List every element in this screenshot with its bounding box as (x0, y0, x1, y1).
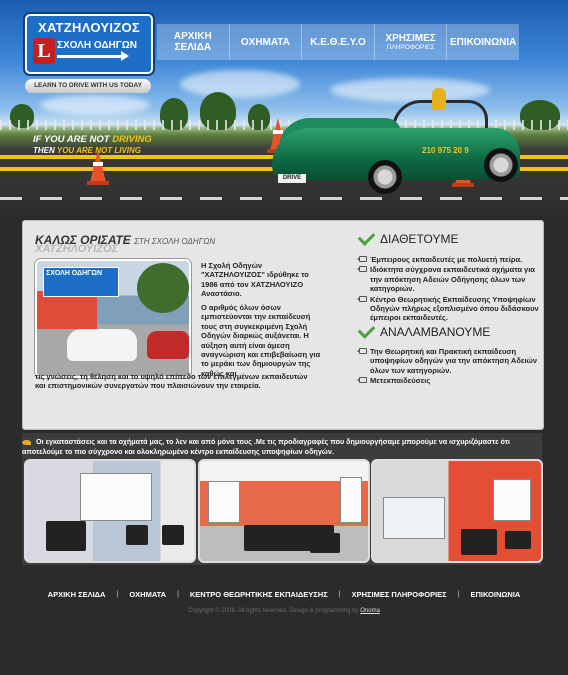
logo-name: ΧΑΤΖΗΛΟΥΙΖΟΣ (37, 20, 141, 35)
nav-item-contact[interactable]: ΕΠΙΚΟΙΝΩΝΙΑ (447, 24, 519, 60)
chair (461, 529, 497, 555)
school-office-photo: ΣΧΟΛΗ ΟΔΗΓΩΝ (35, 259, 191, 378)
services-heading: ΑΝΑΛΑΜΒΑΝΟΥΜΕ (357, 321, 491, 339)
classroom-photo (24, 459, 196, 563)
whiteboard (80, 473, 152, 521)
list-item-text: Κέντρο Θεωρητικής Εκπαίδευσης Υποψηφίων … (370, 294, 539, 323)
nav-label: ΑΡΧΙΚΗ (173, 31, 212, 42)
slogan-badge: LEARN TO DRIVE WITH US TODAY (25, 79, 151, 93)
poster (208, 481, 240, 523)
logo[interactable]: ΧΑΤΖΗΛΟΥΙΖΟΣ L ΣΧΟΛΗ ΟΔΗΓΩΝ (25, 14, 153, 74)
welcome-title: ΚΑΛΩΣ ΟΡΙΣΑΤΕ ΣΤΗ ΣΧΟΛΗ ΟΔΗΓΩΝ (35, 233, 215, 247)
bullet-icon (357, 295, 367, 302)
list-item: Ιδιόκτητα σύγχρονα εκπαιδευτικά οχήματα … (357, 265, 539, 294)
offers-title: ΔΙΑΘΕΤΟΥΜΕ (380, 232, 459, 246)
car-illustration: DRIVE 210 975 20 9 (272, 88, 522, 198)
welcome-title-main: ΚΑΛΩΣ ΟΡΙΣΑΤΕ (35, 233, 131, 247)
services-list: Την Θεωρητική και Πρακτική εκπαίδευση υπ… (357, 347, 539, 387)
bullet-icon (357, 256, 367, 262)
nav-label: Κ.Ε.Θ.Ε.Υ.Ο (310, 36, 366, 48)
intro-paragraph: Ο αριθμός όλων όσων εμπιστεύονται την εκ… (201, 303, 321, 378)
main-nav: ΑΡΧΙΚΗ ΣΕΛΙΔΑ ΟΧΗΜΑΤΑ Κ.Ε.Θ.Ε.Υ.Ο ΧΡΗΣΙΜ… (157, 24, 519, 60)
nav-label: ΟΧΗΜΑΤΑ (240, 36, 290, 48)
footer-nav: ΑΡΧΙΚΗ ΣΕΛΙΔΑ | ΟΧΗΜΑΤΑ | ΚΕΝΤΡΟ ΘΕΩΡΗΤΙ… (0, 590, 568, 599)
list-item: Την Θεωρητική και Πρακτική εκπαίδευση υπ… (357, 347, 539, 375)
monitor (505, 531, 531, 549)
header-banner: ΧΑΤΖΗΛΟΥΙΖΟΣ L ΣΧΟΛΗ ΟΔΗΓΩΝ LEARN TO DRI… (0, 0, 568, 215)
tagline-text: THEN (33, 146, 55, 155)
list-item-text: Έμπειρους εκπαιδευτές με πολυετή πείρα. (370, 255, 523, 264)
intro-paragraph: Η Σχολή Οδηγών "ΧΑΤΖΗΛΟΥΙΖΟΣ" ιδρύθηκε τ… (201, 261, 309, 299)
nav-label: ΕΠΙΚΟΙΝΩΝΙΑ (449, 36, 517, 48)
list-item-text: Ιδιόκτητα σύγχρονα εκπαιδευτικά οχήματα … (370, 265, 535, 294)
bullet-icon (357, 377, 367, 384)
nav-label: ΣΕΛΙΔΑ (174, 42, 212, 53)
copyright-text: Copyright © 2008. All rights reserved. D… (188, 608, 359, 614)
offers-heading: ΔΙΑΘΕΤΟΥΜΕ (357, 228, 459, 246)
credit-link[interactable]: Onoma (360, 608, 380, 614)
tagline-text: IF YOU ARE NOT (33, 134, 110, 145)
facilities-section: Οι εγκαταστάσεις και τα οχήματά μας, το … (22, 433, 543, 565)
wheel-icon (484, 148, 518, 182)
nav-item-useful-info[interactable]: ΧΡΗΣΙΜΕΣ ΠΛΗΡΟΦΟΡΙΕΣ (375, 24, 448, 60)
tagline-highlight: YOU ARE NOT LIVING (56, 146, 142, 155)
arrow-right-icon (57, 51, 129, 61)
monitor (310, 533, 340, 553)
facilities-description: Οι εγκαταστάσεις και τα οχήματά μας, το … (22, 437, 510, 456)
nav-item-training-center[interactable]: Κ.Ε.Θ.Ε.Υ.Ο (302, 24, 375, 60)
check-icon (357, 321, 376, 339)
car-seat (432, 88, 446, 110)
photo-car (147, 331, 189, 359)
facilities-text: Οι εγκαταστάσεις και τα οχήματά μας, το … (22, 437, 542, 456)
classroom-photo (198, 459, 370, 563)
bullet-icon (357, 266, 367, 273)
photo-car (67, 329, 137, 361)
nav-sublabel: ΠΛΗΡΟΦΟΡΙΕΣ (386, 44, 435, 51)
footer-link-contact[interactable]: ΕΠΙΚΟΙΝΩΝΙΑ (459, 590, 531, 599)
car-phone-number: 210 975 20 9 (422, 146, 469, 155)
nav-label: ΧΡΗΣΙΜΕΣ (385, 33, 436, 44)
footer-link-useful-info[interactable]: ΧΡΗΣΙΜΕΣ ΠΛΗΡΟΦΟΡΙΕΣ (341, 590, 458, 599)
list-item-text: Την Θεωρητική και Πρακτική εκπαίδευση υπ… (370, 347, 538, 375)
wheel-icon (368, 160, 402, 194)
notice-board (493, 479, 531, 521)
photo-tree (137, 263, 189, 313)
car-icon (22, 439, 31, 445)
list-item: Κέντρο Θεωρητικής Εκπαίδευσης Υποψηφίων … (357, 294, 539, 323)
offers-list: Έμπειρους εκπαιδευτές με πολυετή πείρα. … (357, 255, 539, 324)
list-item: Μετεκπαιδεύσεις (357, 376, 539, 386)
bullet-icon (357, 348, 367, 354)
nav-item-home[interactable]: ΑΡΧΙΚΗ ΣΕΛΙΔΑ (157, 24, 230, 60)
poster (340, 477, 362, 523)
glass-partition (383, 497, 445, 539)
tagline-highlight: DRIVING (112, 134, 152, 145)
monitor (126, 525, 148, 545)
nav-item-vehicles[interactable]: ΟΧΗΜΑΤΑ (230, 24, 303, 60)
logo-subtitle: ΣΧΟΛΗ ΟΔΗΓΩΝ (57, 40, 138, 51)
copyright: Copyright © 2008. All rights reserved. D… (0, 608, 568, 614)
desk (46, 521, 86, 551)
photo-sign: ΣΧΟΛΗ ΟΔΗΓΩΝ (43, 267, 119, 297)
list-item-text: Μετεκπαιδεύσεις (370, 376, 431, 386)
license-plate: DRIVE (278, 174, 306, 183)
welcome-title-sub: ΣΤΗ ΣΧΟΛΗ ΟΔΗΓΩΝ (134, 237, 216, 246)
intro-paragraph: τις γνώσεις, τη θέληση και το υψηλό επίπ… (35, 372, 308, 391)
footer-link-vehicles[interactable]: ΟΧΗΜΑΤΑ (118, 590, 177, 599)
list-item: Έμπειρους εκπαιδευτές με πολυετή πείρα. (357, 255, 539, 264)
services-title: ΑΝΑΛΑΜΒΑΝΟΥΜΕ (380, 325, 491, 339)
banner-tagline: IF YOU ARE NOT DRIVING (33, 134, 152, 145)
check-icon (357, 228, 376, 246)
footer-link-home[interactable]: ΑΡΧΙΚΗ ΣΕΛΙΔΑ (37, 590, 117, 599)
welcome-panel: ΧΑΤΖΗΛΟΥΙΖΟΣ ΚΑΛΩΣ ΟΡΙΣΑΤΕ ΣΤΗ ΣΧΟΛΗ ΟΔΗ… (22, 220, 544, 430)
office-photo (371, 459, 543, 563)
monitor (162, 525, 184, 545)
banner-tagline-2: THEN YOU ARE NOT LIVING (33, 146, 141, 155)
cloud (40, 95, 150, 115)
learner-l-icon: L (33, 38, 55, 64)
footer-link-training-center[interactable]: ΚΕΝΤΡΟ ΘΕΩΡΗΤΙΚΗΣ ΕΚΠΑΙΔΕΥΣΗΣ (179, 590, 339, 599)
